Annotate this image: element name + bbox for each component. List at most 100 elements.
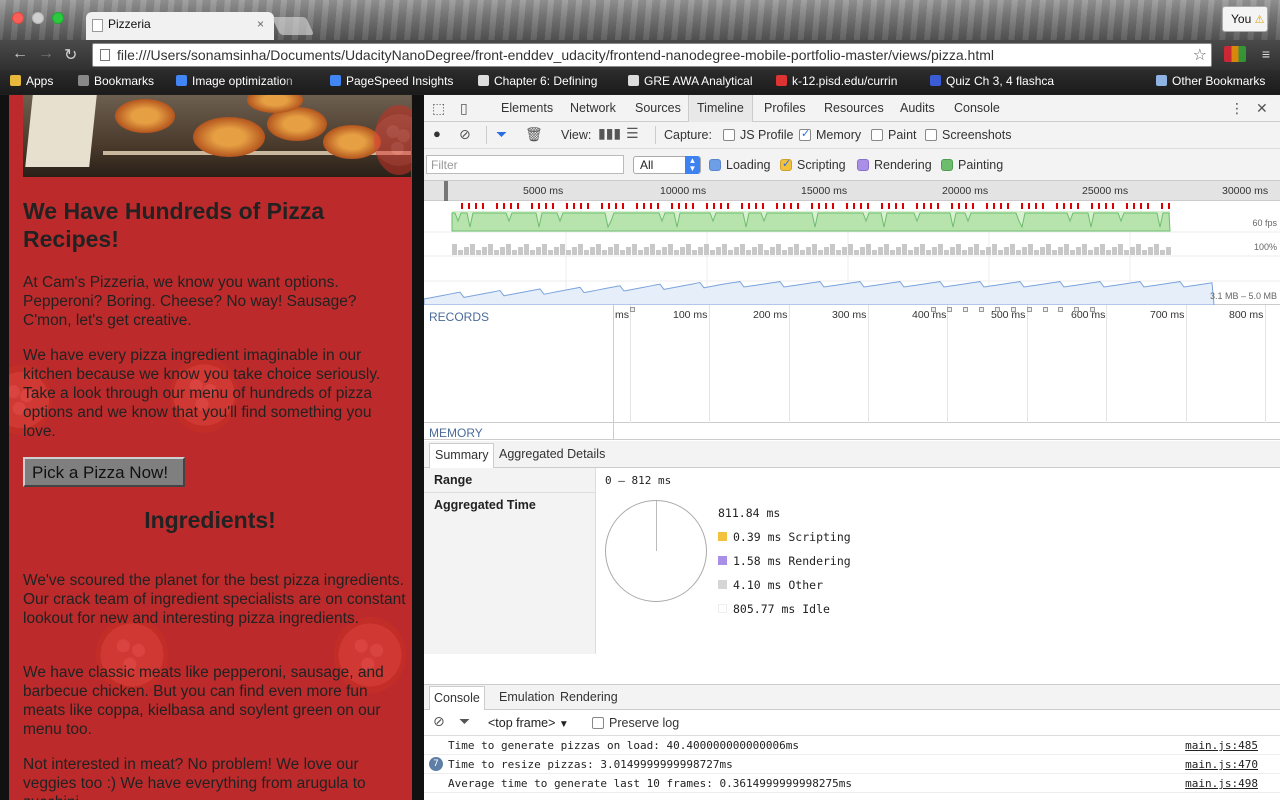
back-icon[interactable]: ← bbox=[12, 45, 28, 63]
drawer-tab-console[interactable]: Console bbox=[429, 686, 485, 710]
source-link[interactable]: main.js:470 bbox=[1185, 758, 1258, 771]
trash-icon[interactable]: 🗑 bbox=[525, 126, 543, 143]
frame-box[interactable] bbox=[1074, 307, 1079, 312]
frame-box[interactable] bbox=[630, 307, 635, 312]
loading-filter-checkbox[interactable]: Loading bbox=[709, 158, 771, 172]
flame-view-icon[interactable]: ☰ bbox=[626, 125, 639, 142]
records-timeline-pane[interactable]: ms 100 ms 200 ms 300 ms 400 ms 500 ms 60… bbox=[613, 305, 1280, 423]
frame-box[interactable] bbox=[1043, 307, 1048, 312]
frame-marker bbox=[1133, 203, 1135, 209]
bookmark-star-icon[interactable]: ☆ bbox=[1193, 45, 1207, 65]
timeline-overview[interactable]: 5000 ms 10000 ms 15000 ms 20000 ms 25000… bbox=[424, 181, 1280, 305]
overview-tick: 15000 ms bbox=[801, 185, 848, 197]
new-tab-button[interactable] bbox=[271, 17, 315, 35]
source-link[interactable]: main.js:498 bbox=[1185, 777, 1258, 790]
frame-marker bbox=[552, 203, 554, 209]
frame-box[interactable] bbox=[963, 307, 968, 312]
overview-tick: 20000 ms bbox=[942, 185, 989, 197]
filter-icon[interactable]: ⏷ bbox=[496, 126, 507, 143]
menu-icon[interactable]: ≡ bbox=[1262, 46, 1270, 62]
timeline-toolbar: ● ⊘ ⏷ 🗑 View: ▮▮▮ ☰ Capture: JS Profile … bbox=[424, 122, 1280, 149]
page-icon bbox=[92, 19, 103, 32]
filter-input[interactable]: Filter bbox=[426, 155, 624, 174]
pick-a-pizza-button[interactable]: Pick a Pizza Now! bbox=[23, 457, 185, 487]
bookmark-item[interactable]: Chapter 6: Defining bbox=[478, 74, 597, 88]
js-profile-checkbox[interactable]: JS Profile bbox=[723, 128, 794, 142]
browser-tab-pizzeria[interactable]: Pizzeria × bbox=[86, 12, 274, 40]
bar-view-icon[interactable]: ▮▮▮ bbox=[598, 125, 621, 142]
tab-sources[interactable]: Sources bbox=[635, 101, 681, 115]
extension-icon[interactable] bbox=[1224, 46, 1246, 62]
bookmark-item[interactable]: Image optimization bbox=[176, 74, 293, 88]
profile-button[interactable]: You ⚠ bbox=[1222, 6, 1268, 32]
scripting-filter-checkbox[interactable]: Scripting bbox=[780, 157, 846, 172]
memory-checkbox[interactable]: Memory bbox=[799, 127, 861, 142]
context-selector[interactable]: <top frame> ▼ bbox=[488, 716, 569, 730]
records-tick: 800 ms bbox=[1229, 309, 1264, 321]
frame-box[interactable] bbox=[995, 307, 1000, 312]
cpu-bar bbox=[548, 250, 553, 255]
paint-checkbox[interactable]: Paint bbox=[871, 128, 917, 142]
device-mode-icon[interactable]: ▯ bbox=[460, 100, 468, 117]
console-toolbar: ⊘ ⏷ <top frame> ▼ Preserve log bbox=[424, 710, 1280, 736]
clear-icon[interactable]: ⊘ bbox=[459, 126, 471, 143]
frame-box[interactable] bbox=[1027, 307, 1032, 312]
tab-aggregated-details[interactable]: Aggregated Details bbox=[499, 447, 605, 461]
tab-timeline[interactable]: Timeline bbox=[688, 95, 753, 122]
range-handle-left[interactable] bbox=[444, 181, 448, 201]
filter-icon[interactable]: ⏷ bbox=[459, 713, 470, 730]
reload-icon[interactable]: ↻ bbox=[64, 45, 77, 65]
address-bar[interactable]: file:///Users/sonamsinha/Documents/Udaci… bbox=[92, 43, 1212, 67]
range-value: 0 – 812 ms bbox=[605, 474, 672, 487]
zoom-window-button[interactable] bbox=[52, 12, 64, 24]
cpu-bar bbox=[878, 247, 883, 255]
frame-marker bbox=[916, 203, 918, 209]
tab-profiles[interactable]: Profiles bbox=[764, 101, 806, 115]
drawer-tab-emulation[interactable]: Emulation bbox=[499, 690, 555, 704]
frame-box[interactable] bbox=[979, 307, 984, 312]
preserve-log-checkbox[interactable]: Preserve log bbox=[592, 716, 679, 730]
tab-resources[interactable]: Resources bbox=[824, 101, 884, 115]
bookmark-item[interactable]: k-12.pisd.edu/currin bbox=[776, 74, 897, 88]
bookmark-item[interactable]: Other Bookmarks bbox=[1156, 74, 1265, 88]
cpu-bar bbox=[758, 244, 763, 255]
cpu-bar bbox=[494, 250, 499, 255]
frame-box[interactable] bbox=[931, 307, 936, 312]
forward-icon[interactable]: → bbox=[38, 45, 54, 63]
record-icon[interactable]: ● bbox=[433, 126, 441, 141]
drawer-tab-rendering[interactable]: Rendering bbox=[560, 690, 618, 704]
screenshots-checkbox[interactable]: Screenshots bbox=[925, 128, 1011, 142]
frame-marker bbox=[1070, 203, 1072, 209]
source-link[interactable]: main.js:485 bbox=[1185, 739, 1258, 752]
tab-network[interactable]: Network bbox=[570, 101, 616, 115]
tab-console[interactable]: Console bbox=[954, 101, 1000, 115]
bookmark-item[interactable]: Bookmarks bbox=[78, 74, 154, 88]
cpu-bar bbox=[914, 247, 919, 255]
more-options-icon[interactable]: ⋮ bbox=[1230, 100, 1244, 117]
frame-box[interactable] bbox=[1011, 307, 1016, 312]
tab-elements[interactable]: Elements bbox=[501, 101, 553, 115]
bookmark-item[interactable]: GRE AWA Analytical bbox=[628, 74, 753, 88]
tab-audits[interactable]: Audits bbox=[900, 101, 935, 115]
frame-marker bbox=[636, 203, 638, 209]
close-window-button[interactable] bbox=[12, 12, 24, 24]
painting-filter-checkbox[interactable]: Painting bbox=[941, 158, 1003, 172]
bookmark-item[interactable]: Apps bbox=[10, 74, 53, 88]
frame-marker bbox=[790, 203, 792, 209]
frame-box[interactable] bbox=[947, 307, 952, 312]
frame-box[interactable] bbox=[1090, 307, 1095, 312]
cpu-bar bbox=[1166, 247, 1171, 255]
frame-box[interactable] bbox=[1058, 307, 1063, 312]
bookmark-item[interactable]: PageSpeed Insights bbox=[330, 74, 453, 88]
minimize-window-button[interactable] bbox=[32, 12, 44, 24]
rendering-filter-checkbox[interactable]: Rendering bbox=[857, 158, 932, 172]
frame-marker bbox=[1056, 203, 1058, 209]
tab-close-icon[interactable]: × bbox=[257, 17, 264, 31]
inspect-element-icon[interactable]: ⬚ bbox=[432, 100, 445, 117]
clear-console-icon[interactable]: ⊘ bbox=[433, 713, 445, 730]
cpu-bar bbox=[1148, 247, 1153, 255]
bookmark-item[interactable]: Quiz Ch 3, 4 flashca bbox=[930, 74, 1054, 88]
filter-select[interactable]: All ▲ ▼ bbox=[633, 156, 701, 174]
tab-summary[interactable]: Summary bbox=[429, 443, 495, 468]
close-devtools-icon[interactable]: ✕ bbox=[1256, 100, 1268, 117]
